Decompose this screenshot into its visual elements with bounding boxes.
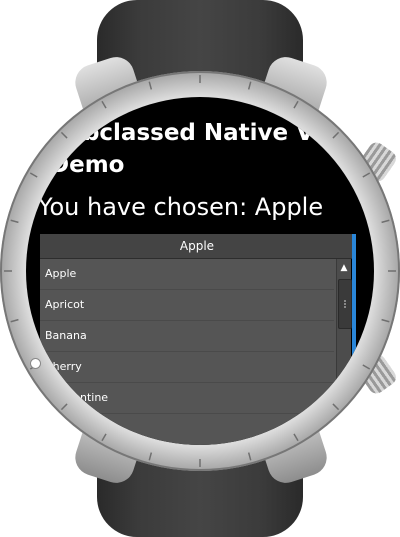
bezel-tick — [148, 452, 153, 461]
list-item[interactable]: Banana — [40, 321, 334, 352]
list-item[interactable]: Apricot — [40, 290, 334, 321]
bezel-tick — [148, 81, 153, 90]
chosen-value-label: You have chosen: Apple — [38, 193, 324, 221]
bezel-tick — [101, 100, 107, 109]
bezel-tick — [247, 452, 252, 461]
focus-accent-line — [352, 384, 354, 424]
bezel-tick — [381, 219, 390, 224]
page-indicator-dot — [30, 358, 41, 369]
page-title: Subclassed Native View Demo — [50, 120, 359, 178]
bezel-tick — [29, 172, 38, 178]
fruit-dropdown[interactable]: Apple Apple Apricot Banana Cherry Clemen… — [40, 234, 354, 445]
bezel-tick — [381, 318, 390, 323]
watch-screen: Subclassed Native View Demo You have cho… — [26, 97, 374, 445]
bezel-tick — [362, 364, 371, 370]
smartwatch-device: Subclassed Native View Demo You have cho… — [0, 0, 400, 537]
focus-accent-bar — [352, 234, 356, 384]
bezel-tick — [10, 219, 19, 224]
chevron-up-icon[interactable]: ▲ — [337, 261, 351, 275]
list-item[interactable]: Apple — [40, 259, 334, 290]
list-item[interactable]: Clementine — [40, 383, 334, 414]
scroll-grip-icon — [344, 300, 346, 308]
dropdown-scrollbar[interactable]: ▲ — [336, 259, 352, 445]
scrollbar-thumb[interactable] — [338, 279, 352, 329]
bezel-tick — [10, 318, 19, 323]
list-item[interactable]: Cherry — [40, 352, 334, 383]
dropdown-list: Apple Apricot Banana Cherry Clementine — [40, 259, 334, 414]
bezel-tick — [247, 81, 252, 90]
bezel-tick — [293, 100, 299, 109]
dropdown-selected-value[interactable]: Apple — [40, 234, 354, 259]
